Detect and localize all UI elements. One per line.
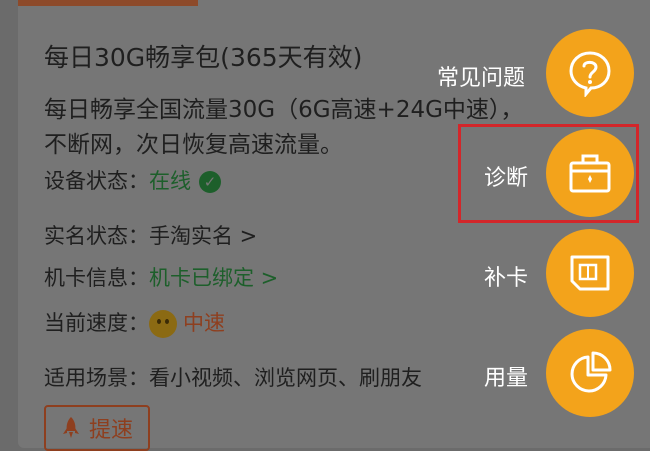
boost-speed-label: 提速 xyxy=(88,418,133,443)
real-name-status-row[interactable]: 实名状态：手淘实名 > xyxy=(44,220,257,250)
boost-speed-button[interactable]: 提速 xyxy=(44,405,150,451)
plan-description-line1: 每日畅享全国流量30G（6G高速+24G中速）， xyxy=(44,97,524,123)
pie-chart-icon xyxy=(570,351,612,393)
check-icon: ✓ xyxy=(199,171,221,193)
real-name-status-link[interactable]: 手淘实名 > xyxy=(149,224,257,248)
usage-scenario-value: 看小视频、浏览网页、刷朋友 xyxy=(149,366,422,390)
device-status-row: 设备状态：在线 ✓ xyxy=(44,165,221,195)
usage-scenario-row: 适用场景：看小视频、浏览网页、刷朋友 xyxy=(44,362,422,392)
replace-card-button[interactable] xyxy=(546,229,634,317)
plan-title: 每日30G畅享包(365天有效) xyxy=(44,43,363,72)
sim-binding-link[interactable]: 机卡已绑定 > xyxy=(149,266,278,290)
plan-description-line2: 不断网，次日恢复高速流量。 xyxy=(44,132,343,158)
current-speed-label: 当前速度： xyxy=(44,311,149,335)
fab-faq-label: 常见问题 xyxy=(437,66,526,91)
fab-replace-card-label: 补卡 xyxy=(484,266,529,291)
card-top-accent xyxy=(18,0,198,6)
usage-scenario-label: 适用场景： xyxy=(44,366,149,390)
device-status-value: 在线 xyxy=(149,169,191,193)
device-status-label: 设备状态： xyxy=(44,169,149,193)
question-icon xyxy=(569,51,611,97)
fab-usage-label: 用量 xyxy=(484,366,529,391)
smiley-icon xyxy=(149,310,177,338)
sim-binding-row[interactable]: 机卡信息：机卡已绑定 > xyxy=(44,262,278,292)
sim-card-icon xyxy=(570,255,610,291)
real-name-status-label: 实名状态： xyxy=(44,224,149,248)
current-speed-value: 中速 xyxy=(183,311,225,335)
sim-binding-label: 机卡信息： xyxy=(44,266,149,290)
usage-button[interactable] xyxy=(546,329,634,417)
diagnose-highlight-box xyxy=(458,124,639,223)
rocket-icon xyxy=(62,417,79,438)
current-speed-row: 当前速度： 中速 xyxy=(44,307,225,338)
faq-button[interactable] xyxy=(546,29,634,117)
